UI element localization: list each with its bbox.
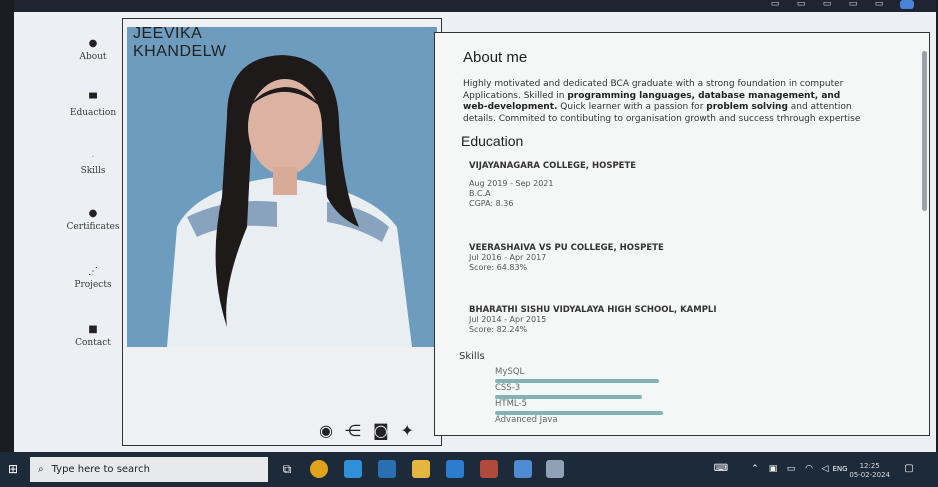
education-entry: VIJAYANAGARA COLLEGE, HOSPETE Aug 2019 -… [469,161,636,209]
content-panel: About me Highly motivated and dedicated … [434,32,930,436]
app-icon[interactable] [514,460,532,478]
skill-name: MySQL [495,367,525,377]
window-top-bar: ▭ ▭ ▭ ▭ ▭ [14,0,936,12]
nav-label: Projects [74,280,112,290]
name-line-2: KHANDELW [133,43,227,60]
edge-icon[interactable] [344,460,362,478]
taskbar: ⊞ ⌕ Type here to search ⧉ ⌨ ⌃ ▣ ▭ ◠ ◁ EN… [0,452,938,487]
edu-degree: B.C.A [469,189,491,198]
edu-score: Score: 82.24% [469,325,528,334]
window-icon[interactable]: ▭ [822,0,832,9]
edu-score: CGPA: 8.36 [469,199,514,208]
task-view-icon[interactable]: ⧉ [278,460,296,478]
tray-icon[interactable]: ▣ [764,460,782,478]
profile-name: JEEVIKA KHANDELW [133,25,227,61]
search-icon: ⌕ [38,464,44,475]
profile-photo [127,27,437,347]
about-text: Highly motivated and dedicated BCA gradu… [463,79,861,124]
browser-screen: ▭ ▭ ▭ ▭ ▭ ● About ▀ Eduaction · Skills ●… [14,0,936,452]
scrollbar[interactable] [922,51,927,211]
clock[interactable]: 12:25 05-02-2024 [849,462,890,480]
name-line-1: JEEVIKA [133,25,203,42]
nav-label: About [79,52,107,62]
social-links: ◉ ⋲ ◙ ✦ [319,421,414,440]
window-icon[interactable]: ▭ [796,0,806,9]
education-title: Education [461,133,524,149]
store-icon[interactable] [378,460,396,478]
school-name: BHARATHI SISHU VIDYALAYA HIGH SCHOOL, KA… [469,305,717,315]
profile-card: JEEVIKA KHANDELW ◉ ⋲ ◙ ✦ [122,18,442,446]
window-icon[interactable]: ▭ [770,0,780,9]
notification-icon[interactable]: ▢ [900,460,918,478]
app-icon[interactable] [480,460,498,478]
school-name: VIJAYANAGARA COLLEGE, HOSPETE [469,161,637,171]
skill-name: CSS-3 [495,383,521,393]
search-placeholder: Type here to search [51,464,150,475]
chrome-icon[interactable] [310,460,328,478]
edu-score: Score: 64.83% [469,263,528,272]
file-explorer-icon[interactable] [412,460,430,478]
clock-time: 12:25 [859,462,880,470]
skill-name: HTML-5 [495,399,527,409]
taskbar-search[interactable]: ⌕ Type here to search [30,457,268,482]
vscode-icon[interactable] [446,460,464,478]
education-entry: BHARATHI SISHU VIDYALAYA HIGH SCHOOL, KA… [469,305,717,335]
education-entry: VEERASHAIVA VS PU COLLEGE, HOSPETE Jul 2… [469,243,664,273]
clock-date: 05-02-2024 [849,471,890,479]
skills-title: Skills [459,351,485,362]
school-name: VEERASHAIVA VS PU COLLEGE, HOSPETE [469,243,664,253]
codechef-icon[interactable]: ⋲ [345,421,361,440]
window-icon[interactable]: ▭ [874,0,884,9]
skill-name: Advanced Java [495,415,558,425]
twitter-icon[interactable]: ✦ [401,421,414,440]
edu-dates: Aug 2019 - Sep 2021 [469,179,554,188]
about-title: About me [463,49,528,66]
nav-label: Contact [75,338,111,348]
edu-dates: Jul 2016 - Apr 2017 [469,253,547,262]
nav-label: Certificates [66,222,120,232]
keyboard-icon[interactable]: ⌨ [712,460,730,478]
instagram-icon[interactable]: ◙ [373,421,389,440]
app-icon[interactable] [546,460,564,478]
nav-label: Skills [80,166,106,176]
nav-label: Eduaction [69,108,117,118]
github-icon[interactable]: ◉ [319,421,333,440]
app-icon[interactable] [900,0,914,9]
profile-photo-illustration [127,27,437,347]
tray-chevron-icon[interactable]: ⌃ [746,460,764,478]
battery-icon[interactable]: ▭ [782,460,800,478]
window-icon[interactable]: ▭ [848,0,858,9]
windows-start-icon[interactable]: ⊞ [4,460,22,478]
edu-dates: Jul 2014 - Apr 2015 [469,315,547,324]
